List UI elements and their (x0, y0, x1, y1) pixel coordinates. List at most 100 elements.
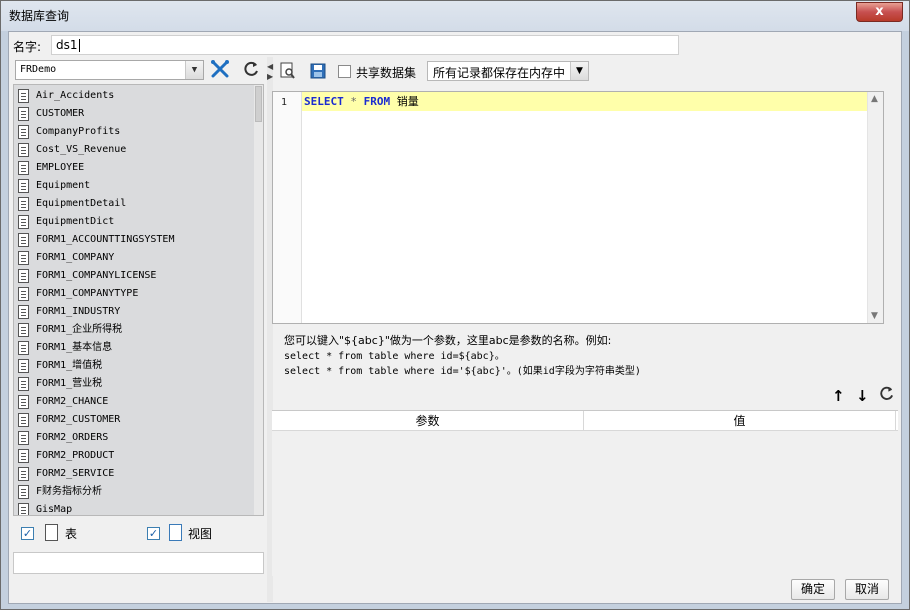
list-item[interactable]: CUSTOMER (18, 105, 253, 123)
table-icon (18, 233, 29, 247)
editor-scrollbar[interactable]: ▲ ▼ (867, 92, 883, 323)
refresh-params-button[interactable] (879, 386, 894, 405)
show-views-checkbox[interactable]: ✓ (147, 527, 160, 540)
list-item[interactable]: FORM1_ACCOUNTTINGSYSTEM (18, 231, 253, 249)
list-item[interactable]: FORM2_ORDERS (18, 429, 253, 447)
connection-select[interactable]: FRDemo ▼ (15, 60, 204, 80)
column-header-param[interactable]: 参数 (272, 411, 584, 431)
table-icon (18, 395, 29, 409)
table-name: EquipmentDict (36, 216, 115, 227)
table-name: FORM1_增值税 (36, 360, 103, 371)
table-icon (18, 449, 29, 463)
table-name: EMPLOYEE (36, 162, 85, 173)
table-name: F财务指标分析 (36, 486, 103, 497)
sql-editor[interactable]: 1 SELECT * FROM 销量 ▲ ▼ (272, 91, 884, 324)
parameter-table: 参数 值 (272, 410, 898, 576)
list-item[interactable]: FORM1_INDUSTRY (18, 303, 253, 321)
share-dataset-checkbox[interactable] (338, 65, 351, 78)
name-label: 名字: (13, 40, 42, 54)
list-item[interactable]: EquipmentDetail (18, 195, 253, 213)
right-panel: 共享数据集 所有记录都保存在内存中 ▼ 1 SELECT * FROM 销量 ▲… (272, 57, 899, 576)
table-list-scrollbar[interactable] (254, 85, 263, 515)
list-item[interactable]: FORM1_增值税 (18, 357, 253, 375)
preview-button[interactable] (280, 62, 296, 82)
table-search-input[interactable] (13, 552, 264, 574)
connection-settings-button[interactable] (208, 60, 232, 80)
list-item[interactable]: FORM1_企业所得税 (18, 321, 253, 339)
connection-value: FRDemo (20, 64, 57, 75)
table-icon (18, 251, 29, 265)
text-caret (78, 39, 80, 52)
list-item[interactable]: FORM1_基本信息 (18, 339, 253, 357)
table-name: Air_Accidents (36, 90, 115, 101)
move-down-button[interactable]: ↓ (856, 387, 869, 405)
storage-mode-select[interactable]: 所有记录都保存在内存中 ▼ (427, 61, 589, 81)
list-item[interactable]: Equipment (18, 177, 253, 195)
cancel-button[interactable]: 取消 (845, 579, 889, 600)
list-item[interactable]: FORM1_营业税 (18, 375, 253, 393)
list-item[interactable]: FORM1_COMPANY (18, 249, 253, 267)
list-item[interactable]: EMPLOYEE (18, 159, 253, 177)
table-name: FORM2_CHANCE (36, 396, 109, 407)
ok-button[interactable]: 确定 (791, 579, 835, 600)
database-query-dialog: 数据库查询 x 名字: ds1 FRDemo ▼ Air_Accidents C… (0, 0, 910, 610)
view-icon (169, 524, 182, 541)
list-item[interactable]: FORM2_CUSTOMER (18, 411, 253, 429)
help-line-3: select * from table where id='${abc}'。(如… (284, 366, 641, 377)
list-item[interactable]: EquipmentDict (18, 213, 253, 231)
table-icon (18, 89, 29, 103)
column-header-value[interactable]: 值 (584, 411, 896, 431)
show-tables-label: 表 (65, 527, 78, 541)
table-name: FORM1_企业所得税 (36, 324, 123, 335)
storage-mode-value: 所有记录都保存在内存中 (433, 66, 566, 80)
list-item[interactable]: F财务指标分析 (18, 483, 253, 501)
table-name: FORM1_COMPANY (36, 252, 115, 263)
table-name: FORM2_ORDERS (36, 432, 109, 443)
table-name: FORM1_COMPANYLICENSE (36, 270, 157, 281)
list-item[interactable]: FORM2_CHANCE (18, 393, 253, 411)
table-icon (18, 125, 29, 139)
scroll-up-icon[interactable]: ▲ (871, 94, 878, 104)
show-views-label: 视图 (188, 527, 213, 541)
help-line-1: 您可以键入"${abc}"做为一个参数，这里abc是参数的名称。例如: (284, 334, 612, 347)
help-line-2: select * from table where id=${abc}。 (284, 351, 505, 362)
table-icon (18, 287, 29, 301)
table-icon (18, 179, 29, 193)
sql-table-name: 销量 (396, 95, 419, 108)
list-item[interactable]: FORM2_PRODUCT (18, 447, 253, 465)
list-item[interactable]: GisMap (18, 501, 253, 515)
list-item[interactable]: Cost_VS_Revenue (18, 141, 253, 159)
arrow-down-icon: ↓ (856, 387, 869, 405)
share-dataset-label: 共享数据集 (356, 66, 417, 80)
table-icon (18, 143, 29, 157)
table-icon (18, 323, 29, 337)
close-button[interactable]: x (856, 2, 903, 22)
list-item[interactable]: FORM1_COMPANYLICENSE (18, 267, 253, 285)
table-name: CUSTOMER (36, 108, 85, 119)
chevron-down-icon[interactable]: ▼ (570, 62, 588, 80)
table-icon (18, 359, 29, 373)
scroll-down-icon[interactable]: ▼ (871, 311, 878, 321)
show-tables-checkbox[interactable]: ✓ (21, 527, 34, 540)
list-item[interactable]: CompanyProfits (18, 123, 253, 141)
table-icon (18, 467, 29, 481)
table-name: EquipmentDetail (36, 198, 127, 209)
table-name: FORM1_ACCOUNTTINGSYSTEM (36, 234, 175, 245)
table-name: Equipment (36, 180, 91, 191)
line-number: 1 (281, 97, 288, 108)
scrollbar-thumb[interactable] (255, 86, 262, 122)
left-panel: FRDemo ▼ Air_Accidents CUSTOMER CompanyPro… (13, 57, 264, 576)
name-input[interactable]: ds1 (51, 35, 679, 55)
table-icon (18, 485, 29, 499)
refresh-tables-button[interactable] (239, 60, 263, 80)
sql-keyword-from: FROM (363, 95, 391, 108)
list-item[interactable]: FORM1_COMPANYTYPE (18, 285, 253, 303)
save-button[interactable] (310, 62, 326, 82)
chevron-down-icon[interactable]: ▼ (185, 61, 203, 79)
list-item[interactable]: Air_Accidents (18, 87, 253, 105)
wrench-icon (211, 60, 229, 78)
sql-line[interactable]: SELECT * FROM 销量 (302, 92, 883, 111)
list-item[interactable]: FORM2_SERVICE (18, 465, 253, 483)
table-icon (18, 341, 29, 355)
move-up-button[interactable]: ↑ (832, 387, 845, 405)
